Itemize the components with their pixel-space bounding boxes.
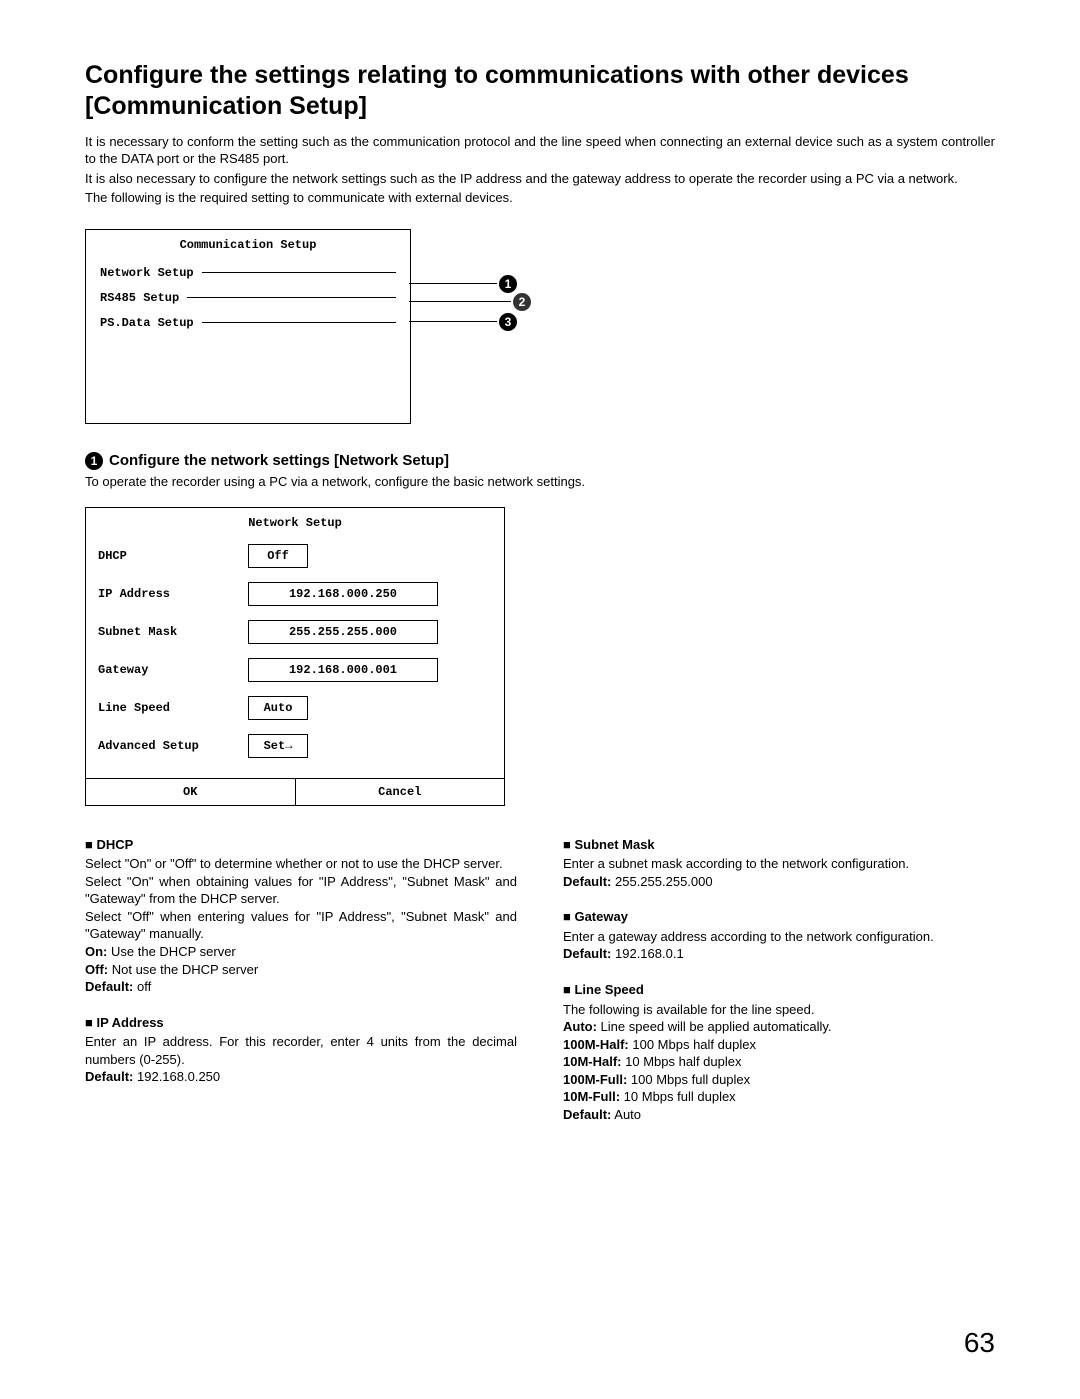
menu-item-label: Network Setup: [100, 266, 194, 280]
key: Off:: [85, 962, 108, 977]
net-value-dhcp[interactable]: Off: [248, 544, 308, 568]
network-setup-box: Network Setup DHCP Off IP Address 192.16…: [85, 507, 505, 806]
desc-title: ■ Subnet Mask: [563, 836, 995, 854]
cancel-button[interactable]: Cancel: [295, 779, 505, 805]
desc-text: The following is available for the line …: [563, 1002, 814, 1017]
section-desc: To operate the recorder using a PC via a…: [85, 474, 995, 489]
menu-item-rs485-setup[interactable]: RS485 Setup: [100, 288, 396, 308]
net-value-linespeed[interactable]: Auto: [248, 696, 308, 720]
description-columns: ■ DHCP Select "On" or "Off" to determine…: [85, 836, 995, 1142]
key: On:: [85, 944, 107, 959]
desc-subnet: ■ Subnet Mask Enter a subnet mask accord…: [563, 836, 995, 891]
desc-gateway: ■ Gateway Enter a gateway address accord…: [563, 908, 995, 963]
intro-block: It is necessary to conform the setting s…: [85, 133, 995, 207]
net-value-subnet[interactable]: 255.255.255.000: [248, 620, 438, 644]
key: Default:: [85, 979, 133, 994]
value: Not use the DHCP server: [108, 962, 258, 977]
left-column: ■ DHCP Select "On" or "Off" to determine…: [85, 836, 517, 1142]
value: Auto: [611, 1107, 641, 1122]
section-heading: 1 Configure the network settings [Networ…: [85, 452, 995, 470]
callout-badge: 2: [513, 293, 531, 311]
callout-badge: 3: [499, 313, 517, 331]
net-row-advanced: Advanced Setup Set→: [98, 734, 492, 758]
communication-setup-box: Communication Setup Network Setup RS485 …: [85, 229, 505, 424]
desc-ip: ■ IP Address Enter an IP address. For th…: [85, 1014, 517, 1086]
right-column: ■ Subnet Mask Enter a subnet mask accord…: [563, 836, 995, 1142]
callout-badge: 1: [499, 275, 517, 293]
net-label: DHCP: [98, 549, 248, 563]
net-value-advanced[interactable]: Set→: [248, 734, 308, 758]
page-title: Configure the settings relating to commu…: [85, 60, 995, 123]
key: 100M-Full:: [563, 1072, 627, 1087]
net-value-gateway[interactable]: 192.168.000.001: [248, 658, 438, 682]
desc-title: ■ DHCP: [85, 836, 517, 854]
net-box-title: Network Setup: [86, 508, 504, 544]
section-title: Configure the network settings [Network …: [109, 452, 449, 469]
net-label: IP Address: [98, 587, 248, 601]
callout-3: 3: [409, 313, 517, 331]
menu-item-label: RS485 Setup: [100, 291, 179, 305]
intro-p2: It is also necessary to configure the ne…: [85, 170, 995, 188]
key: Default:: [85, 1069, 133, 1084]
menu-item-network-setup[interactable]: Network Setup: [100, 263, 396, 283]
menu-item-label: PS.Data Setup: [100, 316, 194, 330]
page-number: 63: [964, 1327, 995, 1359]
value: 192.168.0.250: [133, 1069, 220, 1084]
menu-item-psdata-setup[interactable]: PS.Data Setup: [100, 313, 396, 333]
desc-title: ■ Line Speed: [563, 981, 995, 999]
net-label: Line Speed: [98, 701, 248, 715]
desc-dhcp: ■ DHCP Select "On" or "Off" to determine…: [85, 836, 517, 996]
desc-text: Enter an IP address. For this recorder, …: [85, 1034, 517, 1067]
intro-p3: The following is the required setting to…: [85, 189, 995, 207]
menu-leader-line: [187, 297, 396, 298]
menu-leader-line: [202, 322, 396, 323]
value: 10 Mbps half duplex: [622, 1054, 742, 1069]
key: Default:: [563, 874, 611, 889]
comm-box-title: Communication Setup: [86, 230, 410, 258]
net-row-subnet: Subnet Mask 255.255.255.000: [98, 620, 492, 644]
net-label: Advanced Setup: [98, 739, 248, 753]
value: off: [133, 979, 151, 994]
desc-text: Select "On" when obtaining values for "I…: [85, 874, 517, 907]
value: 100 Mbps full duplex: [627, 1072, 750, 1087]
desc-linespeed: ■ Line Speed The following is available …: [563, 981, 995, 1123]
intro-p1: It is necessary to conform the setting s…: [85, 133, 995, 168]
net-label: Subnet Mask: [98, 625, 248, 639]
desc-text: Select "Off" when entering values for "I…: [85, 909, 517, 942]
desc-title: ■ Gateway: [563, 908, 995, 926]
value: Use the DHCP server: [107, 944, 235, 959]
value: 192.168.0.1: [611, 946, 683, 961]
value: Line speed will be applied automatically…: [597, 1019, 832, 1034]
key: 10M-Half:: [563, 1054, 622, 1069]
value: 100 Mbps half duplex: [629, 1037, 756, 1052]
net-row-ip: IP Address 192.168.000.250: [98, 582, 492, 606]
ok-button[interactable]: OK: [86, 779, 295, 805]
section-number-badge: 1: [85, 452, 103, 470]
key: 100M-Half:: [563, 1037, 629, 1052]
net-row-linespeed: Line Speed Auto: [98, 696, 492, 720]
desc-text: Enter a subnet mask according to the net…: [563, 856, 909, 871]
net-label: Gateway: [98, 663, 248, 677]
value: 10 Mbps full duplex: [620, 1089, 736, 1104]
key: 10M-Full:: [563, 1089, 620, 1104]
desc-title: ■ IP Address: [85, 1014, 517, 1032]
callout-2: 2: [409, 293, 531, 311]
net-row-dhcp: DHCP Off: [98, 544, 492, 568]
key: Auto:: [563, 1019, 597, 1034]
net-value-ip[interactable]: 192.168.000.250: [248, 582, 438, 606]
menu-leader-line: [202, 272, 396, 273]
key: Default:: [563, 946, 611, 961]
desc-text: Select "On" or "Off" to determine whethe…: [85, 856, 503, 871]
desc-text: Enter a gateway address according to the…: [563, 929, 934, 944]
callout-1: 1: [409, 275, 517, 293]
value: 255.255.255.000: [611, 874, 712, 889]
key: Default:: [563, 1107, 611, 1122]
net-row-gateway: Gateway 192.168.000.001: [98, 658, 492, 682]
